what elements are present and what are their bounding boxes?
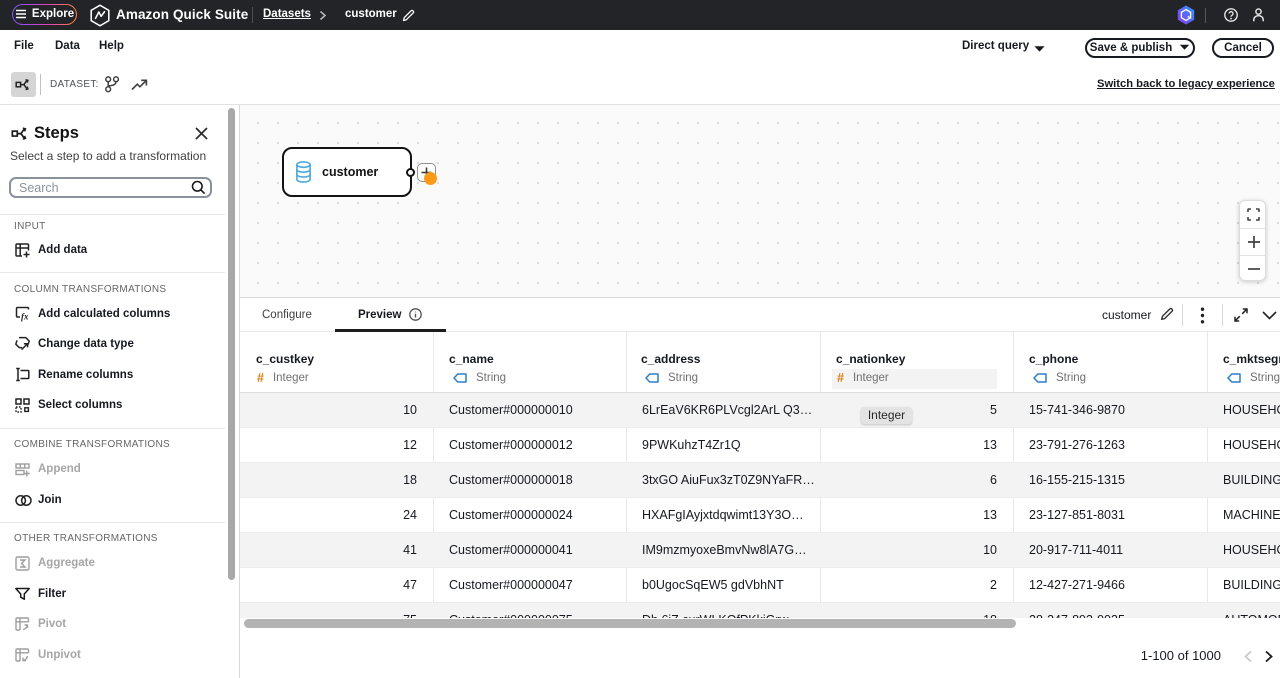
svg-text:fx: fx	[21, 312, 29, 322]
